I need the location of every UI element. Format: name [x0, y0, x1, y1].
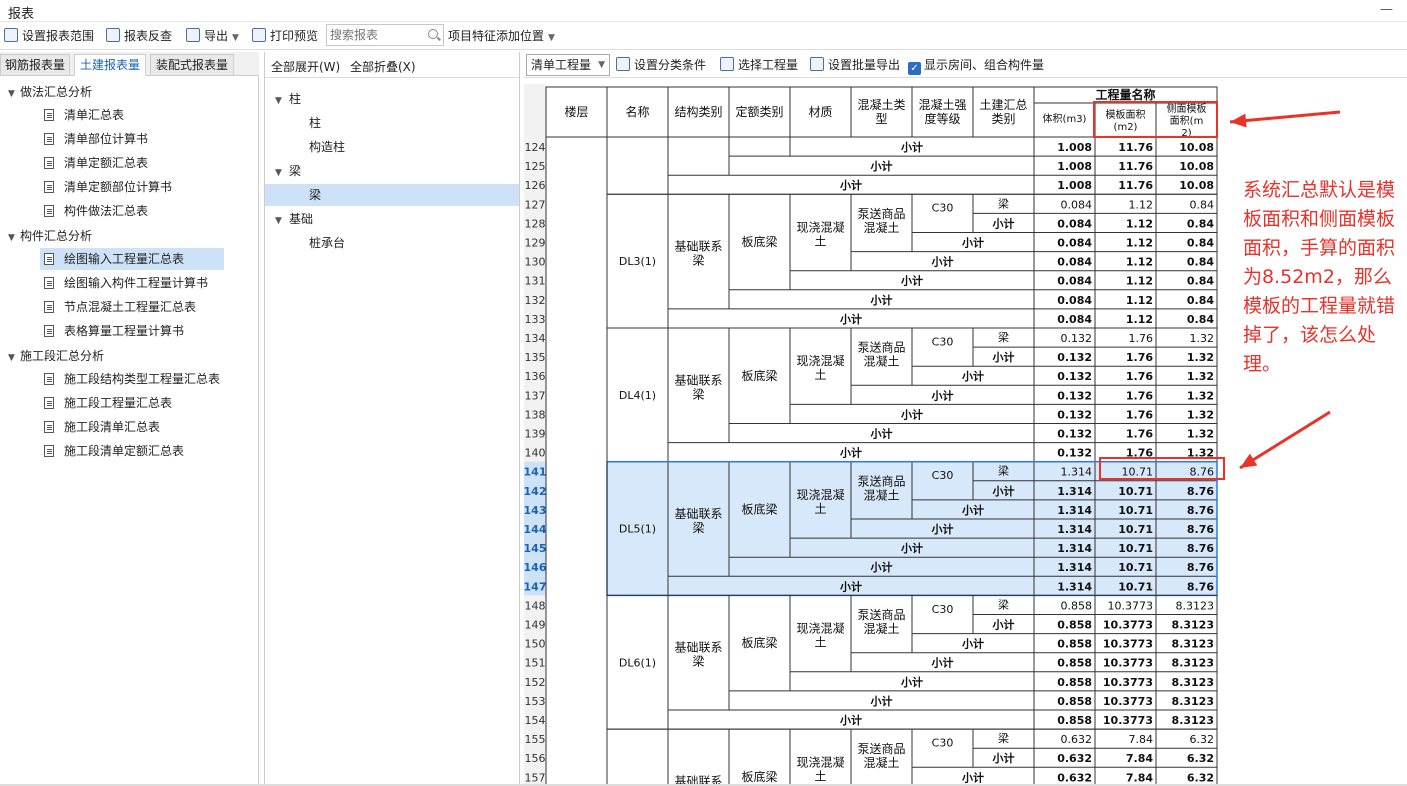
- annotation-text: 系统汇总默认是模板面积和侧面模板面积，手算的面积为8.52m2，那么模板的工程量…: [1243, 179, 1396, 375]
- header-highlight-box: [1093, 101, 1218, 138]
- row-highlight-box: [1099, 457, 1225, 480]
- annotation-overlay: [1093, 101, 1341, 480]
- header-arrow-icon: [1229, 110, 1341, 128]
- row-arrow-icon: [1239, 410, 1331, 470]
